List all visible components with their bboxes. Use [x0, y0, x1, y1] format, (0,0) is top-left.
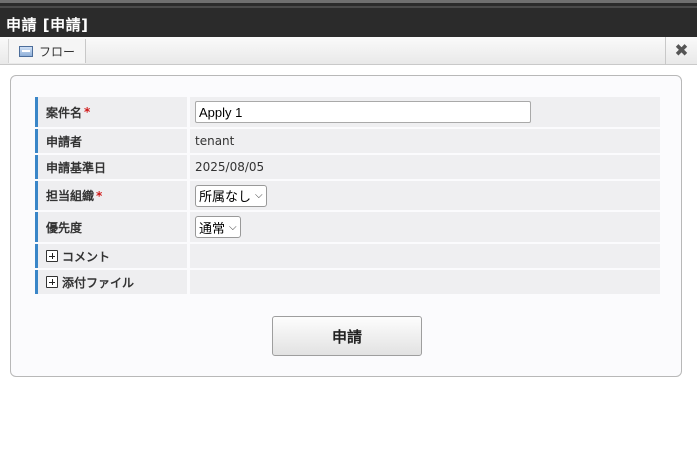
- base-date-label-cell: 申請基準日: [35, 155, 187, 179]
- applicant-value: tenant: [190, 129, 660, 153]
- case-name-input[interactable]: [195, 101, 531, 123]
- title-bar-divider: [0, 6, 697, 8]
- close-icon: ✖: [674, 40, 689, 61]
- plus-icon: [46, 250, 58, 262]
- required-mark: *: [84, 105, 91, 119]
- priority-label: 優先度: [46, 220, 83, 235]
- case-name-value-cell: [190, 97, 660, 127]
- required-mark: *: [96, 188, 103, 203]
- applicant-label-cell: 申請者: [35, 129, 187, 153]
- attachments-label: 添付ファイル: [62, 275, 135, 290]
- comment-label: コメント: [62, 249, 111, 264]
- apply-button[interactable]: 申請: [272, 316, 422, 356]
- case-name-label-cell: 案件名 *: [35, 97, 187, 127]
- chevron-down-icon: ⌵: [229, 221, 237, 233]
- priority-row: 優先度 通常 ⌵: [35, 212, 660, 242]
- comment-label-cell: コメント: [35, 244, 187, 268]
- organization-value-cell: 所属なし ⌵: [190, 181, 660, 210]
- priority-label-cell: 優先度: [35, 212, 187, 242]
- window-title: 申請 [申請]: [6, 16, 89, 34]
- base-date-label: 申請基準日: [46, 160, 107, 175]
- comment-row: コメント: [35, 244, 660, 268]
- organization-select[interactable]: 所属なし ⌵: [195, 184, 267, 207]
- organization-row: 担当組織 * 所属なし ⌵: [35, 181, 660, 210]
- flow-icon: [19, 45, 33, 57]
- priority-selected: 通常: [199, 221, 226, 237]
- title-bar: 申請 [申請]: [0, 0, 697, 37]
- comment-expander[interactable]: コメント: [46, 248, 110, 265]
- attachments-label-cell: 添付ファイル: [35, 270, 187, 294]
- attachments-expander[interactable]: 添付ファイル: [46, 274, 134, 291]
- case-name-row: 案件名 *: [35, 97, 660, 127]
- organization-label-cell: 担当組織 *: [35, 181, 187, 210]
- attachments-value-cell: [190, 270, 660, 294]
- flow-label: フロー: [39, 44, 76, 59]
- priority-select[interactable]: 通常 ⌵: [195, 216, 241, 238]
- form-panel: 案件名 * 申請者 tenant 申請基準日 2025/08/05 担当組織 *…: [10, 75, 682, 377]
- flow-button[interactable]: フロー: [8, 39, 87, 63]
- plus-icon: [46, 276, 58, 288]
- comment-value-cell: [190, 244, 660, 268]
- attachments-row: 添付ファイル: [35, 270, 660, 294]
- priority-value-cell: 通常 ⌵: [190, 212, 660, 242]
- applicant-label: 申請者: [46, 134, 83, 149]
- organization-label: 担当組織: [46, 189, 95, 203]
- chevron-down-icon: ⌵: [255, 190, 263, 201]
- case-name-label: 案件名: [46, 105, 83, 120]
- toolbar: フロー ✖: [0, 37, 697, 65]
- base-date-value: 2025/08/05: [190, 155, 660, 179]
- base-date-row: 申請基準日 2025/08/05: [35, 155, 660, 179]
- applicant-row: 申請者 tenant: [35, 129, 660, 153]
- close-button[interactable]: ✖: [665, 37, 697, 65]
- organization-selected: 所属なし: [199, 190, 252, 205]
